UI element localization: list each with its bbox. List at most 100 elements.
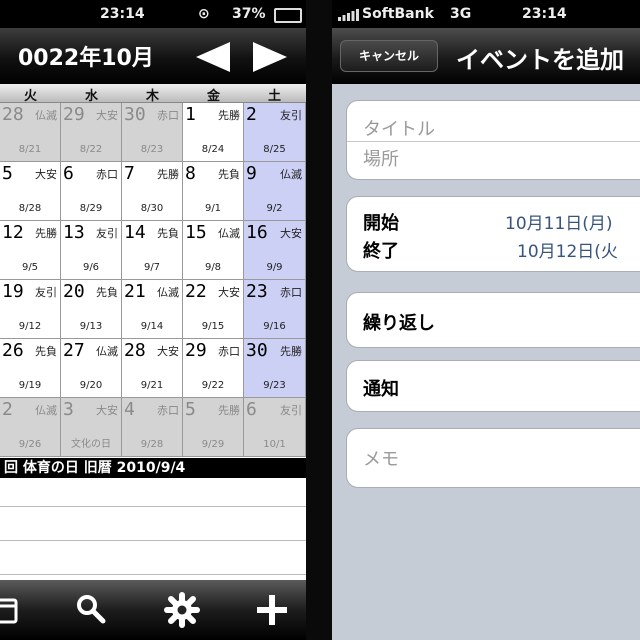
repeat-row[interactable]: 繰り返し bbox=[346, 292, 640, 348]
plus-icon[interactable] bbox=[252, 590, 292, 630]
lunar-date: 9/28 bbox=[140, 439, 164, 450]
end-label: 終了 bbox=[363, 241, 399, 262]
day-cell[interactable]: 13 友引 9/6 bbox=[61, 221, 122, 280]
day-number: 3 bbox=[63, 399, 74, 420]
day-cell[interactable]: 30 赤口 8/23 bbox=[122, 103, 183, 162]
day-cell[interactable]: 19 友引 9/12 bbox=[0, 280, 61, 339]
screen-divider bbox=[306, 0, 332, 640]
day-cell[interactable]: 3 大安 文化の日 bbox=[61, 398, 122, 457]
day-cell[interactable]: 6 友引 10/1 bbox=[244, 398, 306, 457]
day-cell[interactable]: 29 赤口 9/22 bbox=[183, 339, 244, 398]
rokuyo-label: 先勝 bbox=[157, 168, 179, 181]
day-cell[interactable]: 5 先勝 9/29 bbox=[183, 398, 244, 457]
lunar-date: 9/29 bbox=[201, 439, 225, 450]
lunar-date: 9/21 bbox=[140, 380, 164, 391]
cancel-button[interactable]: キャンセル bbox=[340, 40, 438, 72]
rokuyo-label: 大安 bbox=[280, 227, 302, 240]
day-cell[interactable]: 5 大安 8/28 bbox=[0, 162, 61, 221]
day-number: 28 bbox=[124, 340, 146, 361]
gear-icon[interactable] bbox=[162, 590, 202, 630]
day-cell[interactable]: 4 赤口 9/28 bbox=[122, 398, 183, 457]
rokuyo-label: 赤口 bbox=[96, 168, 118, 181]
day-cell[interactable]: 28 大安 9/21 bbox=[122, 339, 183, 398]
lunar-date: 8/21 bbox=[18, 144, 42, 155]
day-cell[interactable]: 28 仏滅 8/21 bbox=[0, 103, 61, 162]
memo-field[interactable]: メモ bbox=[363, 445, 399, 471]
lunar-date: 9/14 bbox=[140, 321, 164, 332]
event-list[interactable] bbox=[0, 478, 306, 580]
calendar-header: 0022年10月 bbox=[0, 28, 306, 84]
memo-row[interactable]: メモ bbox=[346, 428, 640, 488]
rokuyo-label: 仏滅 bbox=[35, 109, 57, 122]
event-row-divider bbox=[0, 506, 306, 507]
add-event-screen: SoftBank 3G 23:14 キャンセル イベントを追加 タイトル 場所 … bbox=[332, 0, 640, 640]
alert-row[interactable]: 通知 bbox=[346, 360, 640, 412]
rokuyo-label: 先勝 bbox=[218, 404, 240, 417]
day-cell[interactable]: 12 先勝 9/5 bbox=[0, 221, 61, 280]
lunar-date: 9/6 bbox=[82, 262, 100, 273]
day-number: 2 bbox=[246, 104, 257, 125]
day-cell[interactable]: 30 先勝 9/23 bbox=[244, 339, 306, 398]
alert-label: 通知 bbox=[363, 379, 399, 400]
day-cell[interactable]: 22 大安 9/15 bbox=[183, 280, 244, 339]
day-cell[interactable]: 1 先勝 8/24 bbox=[183, 103, 244, 162]
selected-day-info: 回 体育の日 旧暦 2010/9/4 bbox=[0, 458, 306, 478]
battery-percent: 37% bbox=[232, 6, 266, 22]
rokuyo-label: 先勝 bbox=[35, 227, 57, 240]
rokuyo-label: 仏滅 bbox=[157, 286, 179, 299]
rokuyo-label: 仏滅 bbox=[218, 227, 240, 240]
lunar-date: 文化の日 bbox=[71, 439, 111, 450]
day-cell[interactable]: 29 大安 8/22 bbox=[61, 103, 122, 162]
weekday-label: 水 bbox=[84, 89, 98, 104]
lunar-date: 8/25 bbox=[263, 144, 286, 155]
rokuyo-label: 大安 bbox=[35, 168, 57, 181]
day-cell[interactable]: 7 先勝 8/30 bbox=[122, 162, 183, 221]
day-number: 8 bbox=[185, 163, 196, 184]
rokuyo-label: 大安 bbox=[96, 109, 118, 122]
battery-icon bbox=[274, 8, 302, 23]
day-cell[interactable]: 8 先負 9/1 bbox=[183, 162, 244, 221]
lunar-date: 8/29 bbox=[79, 203, 103, 214]
search-icon[interactable] bbox=[72, 590, 112, 630]
lunar-date: 9/1 bbox=[204, 203, 222, 214]
rokuyo-label: 赤口 bbox=[218, 345, 240, 358]
prev-month-arrow-icon[interactable] bbox=[196, 42, 230, 72]
day-number: 13 bbox=[63, 222, 85, 243]
day-cell[interactable]: 2 仏滅 9/26 bbox=[0, 398, 61, 457]
rokuyo-label: 先負 bbox=[157, 227, 179, 240]
rokuyo-label: 大安 bbox=[157, 345, 179, 358]
day-number: 16 bbox=[246, 222, 268, 243]
day-cell[interactable]: 15 仏滅 9/8 bbox=[183, 221, 244, 280]
rokuyo-label: 赤口 bbox=[280, 286, 302, 299]
day-cell[interactable]: 20 先負 9/13 bbox=[61, 280, 122, 339]
lunar-date: 8/30 bbox=[140, 203, 164, 214]
day-cell[interactable]: 16 大安 9/9 bbox=[244, 221, 306, 280]
rokuyo-label: 先負 bbox=[35, 345, 57, 358]
nav-bar: キャンセル イベントを追加 bbox=[332, 28, 640, 84]
day-cell[interactable]: 27 仏滅 9/20 bbox=[61, 339, 122, 398]
title-location-group: タイトル 場所 bbox=[346, 100, 640, 180]
calendar-icon[interactable] bbox=[0, 590, 26, 630]
title-field[interactable]: タイトル bbox=[363, 115, 435, 141]
day-cell[interactable]: 6 赤口 8/29 bbox=[61, 162, 122, 221]
lunar-date: 9/15 bbox=[201, 321, 225, 332]
day-cell[interactable]: 21 仏滅 9/14 bbox=[122, 280, 183, 339]
calendar-grid: 28 仏滅 8/21 29 大安 8/22 30 赤口 8/23 1 先勝 8/24 2 友引 8/25 5 大… bbox=[0, 103, 306, 458]
next-month-arrow-icon[interactable] bbox=[253, 42, 287, 72]
day-cell[interactable]: 23 赤口 9/16 bbox=[244, 280, 306, 339]
day-number: 19 bbox=[2, 281, 24, 302]
day-cell[interactable]: 2 友引 8/25 bbox=[244, 103, 306, 162]
page-title: イベントを追加 bbox=[456, 46, 624, 74]
rokuyo-label: 仏滅 bbox=[280, 168, 302, 181]
weekday-label: 金 bbox=[206, 89, 220, 104]
day-number: 30 bbox=[246, 340, 268, 361]
day-cell[interactable]: 26 先負 9/19 bbox=[0, 339, 61, 398]
lunar-date: 9/19 bbox=[18, 380, 42, 391]
day-cell[interactable]: 14 先負 9/7 bbox=[122, 221, 183, 280]
day-number: 29 bbox=[185, 340, 207, 361]
day-cell[interactable]: 9 仏滅 9/2 bbox=[244, 162, 306, 221]
day-number: 12 bbox=[2, 222, 24, 243]
weekday-label: 土 bbox=[267, 89, 281, 104]
start-end-group[interactable]: 開始 10月11日(月) 終了 10月12日(火 bbox=[346, 196, 640, 272]
location-field[interactable]: 場所 bbox=[363, 145, 399, 171]
